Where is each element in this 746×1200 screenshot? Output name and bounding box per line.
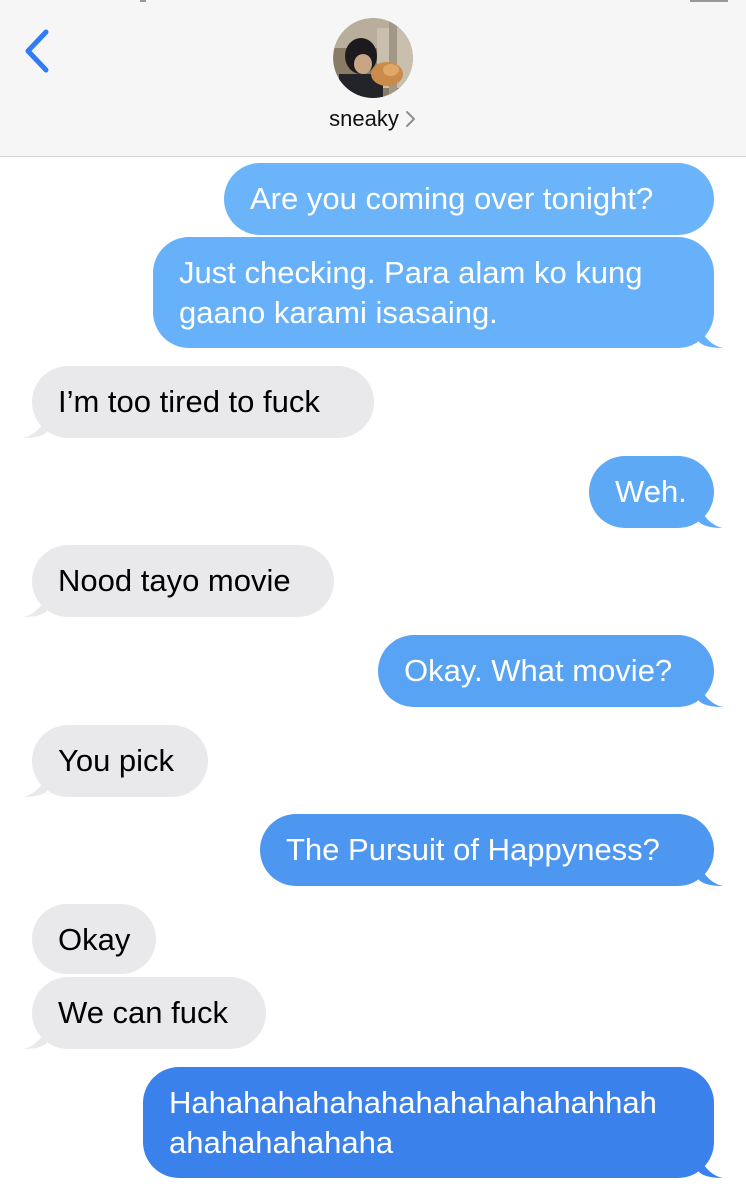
received-message-bubble[interactable]: Nood tayo movie bbox=[23, 545, 334, 617]
message-text: I’m too tired to fuck bbox=[58, 384, 320, 419]
message-text-line: Just checking. Para alam ko kung bbox=[179, 255, 643, 290]
bubble-tail bbox=[23, 593, 47, 617]
sent-message-bubble[interactable]: Are you coming over tonight? bbox=[224, 163, 714, 235]
message-text: Okay. What movie? bbox=[404, 653, 673, 688]
sent-message-bubble[interactable]: Weh. bbox=[589, 456, 723, 528]
bubble-tail bbox=[699, 683, 723, 707]
message-text-line: gaano karami isasaing. bbox=[179, 295, 498, 330]
status-bar-fragment bbox=[690, 0, 728, 2]
bubble-tail bbox=[23, 773, 47, 797]
received-message-bubble[interactable]: You pick bbox=[23, 725, 208, 797]
back-button[interactable] bbox=[18, 26, 58, 76]
message-text: You pick bbox=[58, 743, 175, 778]
message-text: Okay bbox=[58, 922, 131, 957]
sent-message-bubble[interactable]: Just checking. Para alam ko kung gaano k… bbox=[153, 237, 723, 348]
conversation-header: sneaky bbox=[0, 0, 746, 157]
contact-details-link[interactable]: sneaky bbox=[0, 106, 746, 136]
contact-name: sneaky bbox=[329, 106, 399, 131]
message-text: Nood tayo movie bbox=[58, 563, 291, 598]
received-message-bubble[interactable]: I’m too tired to fuck bbox=[23, 366, 374, 438]
received-message-bubble[interactable]: We can fuck bbox=[23, 977, 266, 1049]
status-bar-fragment bbox=[140, 0, 146, 2]
message-text-line: Hahahahahahahahahahahahahhah bbox=[169, 1085, 657, 1120]
message-text: We can fuck bbox=[58, 995, 229, 1030]
bubble-tail bbox=[699, 1154, 723, 1178]
sent-message-bubble[interactable]: Hahahahahahahahahahahahahhah ahahahahaha… bbox=[143, 1067, 723, 1178]
bubble-tail bbox=[699, 862, 723, 886]
sent-message-bubble[interactable]: Okay. What movie? bbox=[378, 635, 723, 707]
message-text: Weh. bbox=[615, 474, 687, 509]
bubble-tail bbox=[699, 504, 723, 528]
bubble-tail bbox=[23, 1025, 47, 1049]
message-text-line: ahahahahahaha bbox=[169, 1125, 394, 1160]
avatar-photo bbox=[333, 18, 413, 98]
contact-avatar[interactable] bbox=[333, 18, 413, 98]
bubble-tail bbox=[23, 414, 47, 438]
message-text: The Pursuit of Happyness? bbox=[286, 832, 660, 867]
sent-message-bubble[interactable]: The Pursuit of Happyness? bbox=[260, 814, 723, 886]
message-text: Are you coming over tonight? bbox=[250, 181, 654, 216]
chevron-right-icon bbox=[405, 110, 417, 133]
bubble-tail bbox=[699, 324, 723, 348]
chevron-left-icon bbox=[25, 29, 49, 73]
received-message-bubble[interactable]: Okay bbox=[32, 904, 156, 974]
